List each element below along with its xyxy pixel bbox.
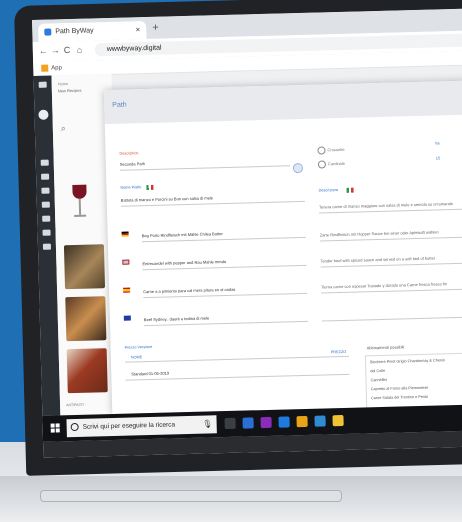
pairings-label: Abbinamenti possibili <box>366 344 405 351</box>
tab-title: Path ByWay <box>55 27 94 36</box>
add-icon[interactable] <box>292 162 304 174</box>
breadcrumb-home[interactable]: Home <box>58 81 69 86</box>
new-tab-button[interactable]: + <box>152 22 159 34</box>
description-label: Description <box>119 151 139 156</box>
dish-name-label: Nome Piatto <box>120 185 142 190</box>
list-item[interactable]: Capretto al Forno alla Piemontese <box>371 386 429 392</box>
apps-icon <box>41 64 49 72</box>
home-icon[interactable]: ⌂ <box>77 45 83 55</box>
task-view-icon[interactable] <box>224 417 236 430</box>
table-divider <box>124 355 349 363</box>
cart-icon[interactable] <box>41 201 50 208</box>
field-underline <box>320 262 462 268</box>
store-icon[interactable] <box>242 417 254 429</box>
description-line[interactable]: Zarte Rindfleisch mit Hopper Sauce bei e… <box>320 229 439 237</box>
translation-de[interactable]: Beg Porto Rindfleisch mit Mähle Chilea B… <box>142 231 223 238</box>
edge-icon[interactable] <box>278 416 290 428</box>
field-underline <box>143 292 308 299</box>
bookmark-apps[interactable]: App <box>51 65 62 71</box>
field-underline <box>319 236 462 242</box>
calendar-icon[interactable] <box>41 187 50 194</box>
onenote-icon[interactable] <box>260 416 272 429</box>
list-item[interactable]: del Colle <box>370 369 385 373</box>
microphone-icon[interactable]: 🎙 <box>202 419 212 428</box>
cutlery-icon[interactable] <box>42 229 51 236</box>
taskbar-search-placeholder: Scrivi qui per eseguire la ricerca <box>82 421 176 431</box>
flag-italy-icon <box>346 187 354 193</box>
dialog-title: Path <box>112 101 127 109</box>
favicon-icon <box>44 28 52 36</box>
dialog-header: Path <box>103 80 462 125</box>
radio-cardinale[interactable] <box>317 160 326 169</box>
app-icon[interactable] <box>314 415 326 427</box>
laptop-screen: Path ByWay × + ← → C ⌂ wwwbyway.digital … <box>32 8 462 458</box>
logout-icon[interactable] <box>42 243 52 250</box>
field-underline <box>321 316 462 322</box>
field-underline <box>321 288 462 294</box>
list-item[interactable]: Cannellini <box>370 378 387 382</box>
field-underline <box>142 264 307 271</box>
forward-icon[interactable]: → <box>51 45 60 55</box>
chrome-icon[interactable] <box>296 415 308 428</box>
flag-eu-icon <box>123 315 131 321</box>
dish-thumbnail[interactable] <box>63 244 106 290</box>
radio-cardinale-label: Cardinale <box>327 160 346 167</box>
field-underline <box>144 320 308 327</box>
flag-germany-icon <box>121 231 129 237</box>
list-item[interactable]: Bicchiere Pinot Grigio Chardonnay & Chen… <box>370 358 445 364</box>
table-header-price: PREZZO <box>330 349 347 355</box>
description-field[interactable]: Seconda Path <box>120 161 145 167</box>
list-item[interactable]: Carne Salata del Trentino e Pesto <box>371 395 428 400</box>
translation-eu[interactable]: Beef Sydney.. daurè e tedina di mele <box>144 315 209 322</box>
pairings-list[interactable]: Bicchiere Pinot Grigio Chardonnay & Chen… <box>364 352 462 410</box>
radio-crossette[interactable] <box>317 146 326 155</box>
flag-uk-icon <box>122 259 130 265</box>
field-underline <box>319 208 462 214</box>
taskbar-search[interactable]: Scrivi qui per eseguire la ricerca 🎙 <box>66 415 217 438</box>
right-top-label: Ita <box>435 141 440 146</box>
table-header-name: NOME <box>130 355 143 360</box>
flag-italy-icon <box>146 184 154 191</box>
translation-es[interactable]: Carne a a pimiento para cal mera pitura … <box>143 287 235 294</box>
flag-spain-icon <box>123 287 131 293</box>
field-underline <box>119 165 290 171</box>
print-icon[interactable] <box>42 215 51 222</box>
field-underline <box>141 236 306 243</box>
wine-glass-image[interactable] <box>68 184 91 222</box>
tab-close-icon[interactable]: × <box>136 25 141 34</box>
search-icon[interactable]: ⌕ <box>61 123 66 134</box>
pricing-label: Prezzo Versione <box>124 344 153 350</box>
description-line[interactable]: Tenera carne di manzo maggiore con salsa… <box>319 201 453 210</box>
breadcrumb-current: New Recipes <box>57 87 82 94</box>
list-caption: ANTIPASTI · <box>66 402 87 408</box>
avatar[interactable] <box>38 109 49 120</box>
table-row[interactable]: Standard 01-05-2019 <box>131 371 169 377</box>
right-top-value: 15 <box>435 155 441 161</box>
back-icon[interactable]: ← <box>39 46 48 56</box>
radio-crossette-label: Crossette <box>327 146 345 153</box>
dish-thumbnail[interactable] <box>65 296 107 342</box>
description-line[interactable]: Tender beef with spiced sauce and served… <box>320 256 435 264</box>
document-icon[interactable] <box>41 173 50 180</box>
menu-icon[interactable] <box>38 81 47 88</box>
explorer-icon[interactable] <box>332 414 344 427</box>
translation-uk[interactable]: Entrecoedel with pepper and Rau Mahle mm… <box>142 259 226 266</box>
dish-thumbnail[interactable] <box>66 348 108 394</box>
windows-start-icon[interactable] <box>50 423 61 433</box>
cortana-icon <box>70 422 79 432</box>
dish-name-field[interactable]: Battuta di manzo e Porcini su Bun con sa… <box>121 195 213 202</box>
laptop-hinge <box>40 490 342 502</box>
user-icon[interactable] <box>40 159 49 166</box>
dish-edit-dialog: Path Description Seconda Path Crossette … <box>103 80 462 415</box>
reload-icon[interactable]: C <box>64 45 71 55</box>
description-right-label: Descrizione <box>318 188 339 193</box>
description-line[interactable]: Tierna carne con espesar Tostado y dorad… <box>321 281 447 289</box>
